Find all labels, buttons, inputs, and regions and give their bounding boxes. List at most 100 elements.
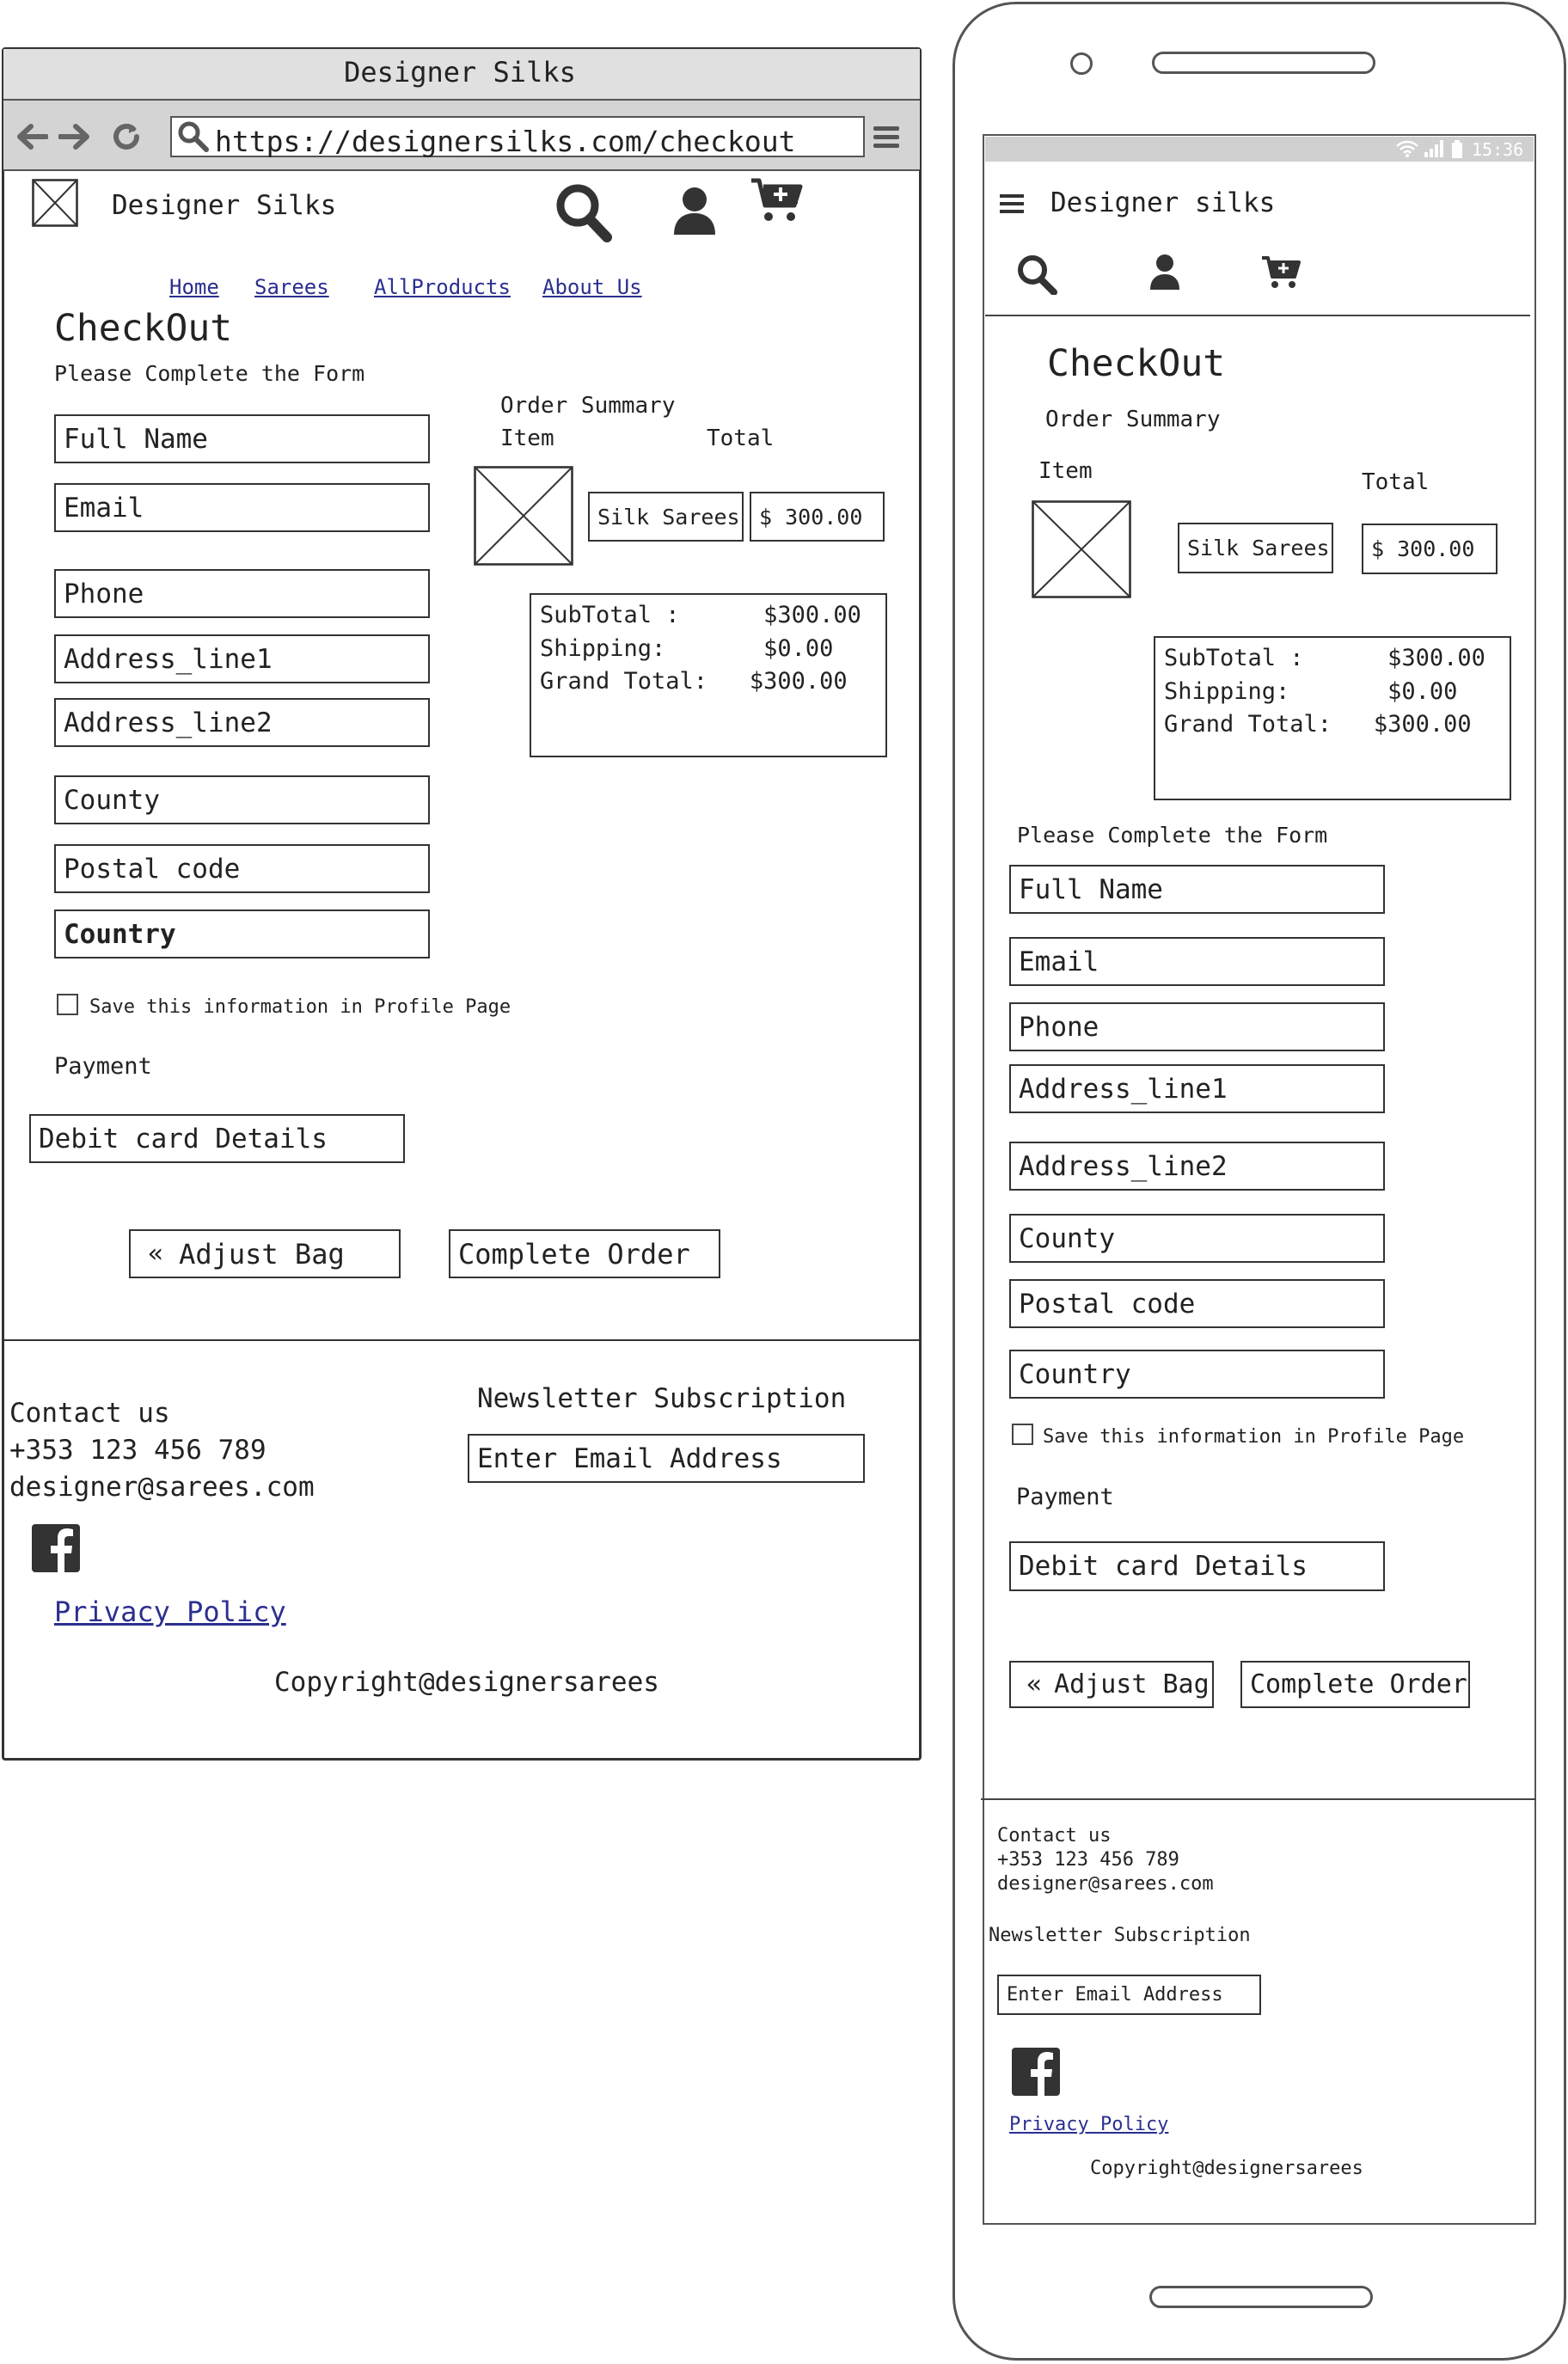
mobile-phone-field[interactable]: Phone [1009, 1002, 1385, 1051]
grand-total-line: Grand Total: $300.00 [540, 668, 848, 695]
postal-code-field[interactable]: Postal code [54, 844, 430, 893]
site-brand: Designer Silks [112, 190, 337, 221]
privacy-policy-link[interactable]: Privacy Policy [54, 1595, 286, 1628]
item-header: Item [500, 426, 554, 451]
mobile-footer-phone: +353 123 456 789 [997, 1849, 1179, 1871]
save-info-checkbox[interactable] [57, 994, 78, 1015]
payment-label: Payment [54, 1053, 152, 1080]
phone-camera [1070, 52, 1093, 75]
address-line1-field[interactable]: Address_line1 [54, 634, 430, 683]
user-icon[interactable] [1149, 253, 1180, 291]
footer-phone: +353 123 456 789 [9, 1435, 266, 1466]
debit-card-field[interactable]: Debit card Details [29, 1114, 405, 1163]
mobile-full-name-field[interactable]: Full Name [1009, 865, 1385, 914]
shipping-line: Shipping: $0.00 [540, 635, 834, 662]
mobile-complete-order-label: Complete Order [1250, 1669, 1467, 1700]
battery-icon [1451, 140, 1463, 159]
mobile-save-info-checkbox[interactable] [1012, 1424, 1033, 1445]
back-arrow-icon[interactable] [15, 122, 48, 151]
nav-about-us[interactable]: About Us [542, 275, 642, 299]
phone-field[interactable]: Phone [54, 569, 430, 618]
url-text: https://designersilks.com/checkout [215, 125, 796, 158]
mobile-country-field[interactable]: Country [1009, 1350, 1385, 1399]
mobile-footer-email: designer@sarees.com [997, 1873, 1214, 1895]
mobile-address-line2-field[interactable]: Address_line2 [1009, 1142, 1385, 1191]
order-summary-title: Order Summary [500, 393, 676, 419]
mobile-county-field[interactable]: County [1009, 1214, 1385, 1263]
double-chevron-left-icon: « [1026, 1669, 1043, 1700]
wifi-icon [1395, 139, 1419, 158]
complete-order-button[interactable]: Complete Order [449, 1229, 720, 1278]
mobile-newsletter-title: Newsletter Subscription [989, 1925, 1251, 1946]
mobile-brand: Designer silks [1050, 187, 1276, 218]
hamburger-menu-icon[interactable] [872, 123, 901, 152]
mobile-address-line1-field[interactable]: Address_line1 [1009, 1064, 1385, 1113]
country-field[interactable]: Country [54, 909, 430, 958]
cart-plus-icon[interactable] [750, 176, 805, 224]
reload-icon[interactable] [110, 120, 143, 153]
mobile-product-image-placeholder [1032, 500, 1131, 598]
mobile-order-summary-title: Order Summary [1045, 407, 1221, 432]
facebook-icon[interactable] [32, 1524, 80, 1572]
mobile-adjust-bag-button[interactable]: « Adjust Bag [1009, 1661, 1214, 1708]
signal-icon [1423, 140, 1445, 157]
desktop-browser-frame [2, 47, 922, 1761]
forward-arrow-icon[interactable] [58, 122, 91, 151]
mobile-complete-order-button[interactable]: Complete Order [1240, 1661, 1470, 1708]
item-price-cell: $ 300.00 [750, 492, 885, 542]
product-image-placeholder [474, 466, 573, 566]
mobile-page-title: CheckOut [1047, 342, 1226, 385]
county-field[interactable]: County [54, 775, 430, 824]
mobile-postal-code-field[interactable]: Postal code [1009, 1279, 1385, 1328]
mobile-footer-copyright: Copyright@designersarees [1090, 2158, 1363, 2179]
nav-home[interactable]: Home [169, 275, 219, 299]
mobile-footer-divider [981, 1798, 1536, 1800]
mobile-email-field[interactable]: Email [1009, 937, 1385, 986]
search-icon [177, 120, 210, 153]
footer-contact-title: Contact us [9, 1398, 170, 1429]
search-icon[interactable] [1016, 254, 1057, 295]
mobile-total-header: Total [1362, 469, 1430, 495]
mobile-facebook-icon[interactable] [1012, 2048, 1060, 2096]
nav-sarees[interactable]: Sarees [254, 275, 329, 299]
phone-home-button[interactable] [1149, 2286, 1373, 2308]
nav-allproducts[interactable]: AllProducts [374, 275, 511, 299]
mobile-item-header: Item [1038, 458, 1093, 484]
mobile-form-prompt: Please Complete the Form [1017, 823, 1328, 848]
mobile-menu-icon[interactable] [1000, 193, 1026, 215]
address-line2-field[interactable]: Address_line2 [54, 698, 430, 747]
search-icon[interactable] [554, 182, 613, 242]
logo-image-placeholder [32, 179, 78, 227]
mobile-newsletter-email-input[interactable]: Enter Email Address [997, 1975, 1261, 2015]
footer-divider [3, 1339, 920, 1341]
footer-email: designer@sarees.com [9, 1472, 315, 1503]
status-time: 15:36 [1472, 139, 1524, 160]
browser-title: Designer Silks [344, 56, 576, 89]
cart-plus-icon[interactable] [1260, 254, 1302, 291]
newsletter-title: Newsletter Subscription [477, 1383, 847, 1414]
adjust-bag-label: Adjust Bag [179, 1237, 345, 1271]
double-chevron-left-icon: « [148, 1239, 164, 1269]
subtotal-line: SubTotal : $300.00 [540, 602, 861, 628]
item-name-cell: Silk Sarees [588, 492, 744, 542]
mobile-payment-label: Payment [1016, 1484, 1114, 1510]
mobile-debit-card-field[interactable]: Debit card Details [1009, 1541, 1385, 1591]
total-header: Total [707, 426, 775, 451]
mobile-subtotal-line: SubTotal : $300.00 [1164, 645, 1485, 671]
page-title: CheckOut [54, 307, 233, 350]
adjust-bag-button[interactable]: « Adjust Bag [129, 1229, 401, 1278]
mobile-item-price-cell: $ 300.00 [1362, 524, 1498, 574]
newsletter-email-input[interactable]: Enter Email Address [468, 1434, 865, 1483]
mobile-item-name-cell: Silk Sarees [1178, 523, 1333, 573]
full-name-field[interactable]: Full Name [54, 414, 430, 463]
mobile-save-info-label: Save this information in Profile Page [1043, 1426, 1465, 1448]
footer-copyright: Copyright@designersarees [274, 1667, 659, 1698]
user-icon[interactable] [672, 185, 717, 236]
mobile-footer-contact-title: Contact us [997, 1825, 1112, 1846]
mobile-adjust-bag-label: Adjust Bag [1054, 1669, 1210, 1700]
email-field[interactable]: Email [54, 483, 430, 532]
form-prompt: Please Complete the Form [54, 361, 365, 386]
mobile-privacy-policy-link[interactable]: Privacy Policy [1009, 2114, 1168, 2135]
mobile-grand-total-line: Grand Total: $300.00 [1164, 711, 1472, 738]
save-info-label: Save this information in Profile Page [89, 996, 511, 1018]
